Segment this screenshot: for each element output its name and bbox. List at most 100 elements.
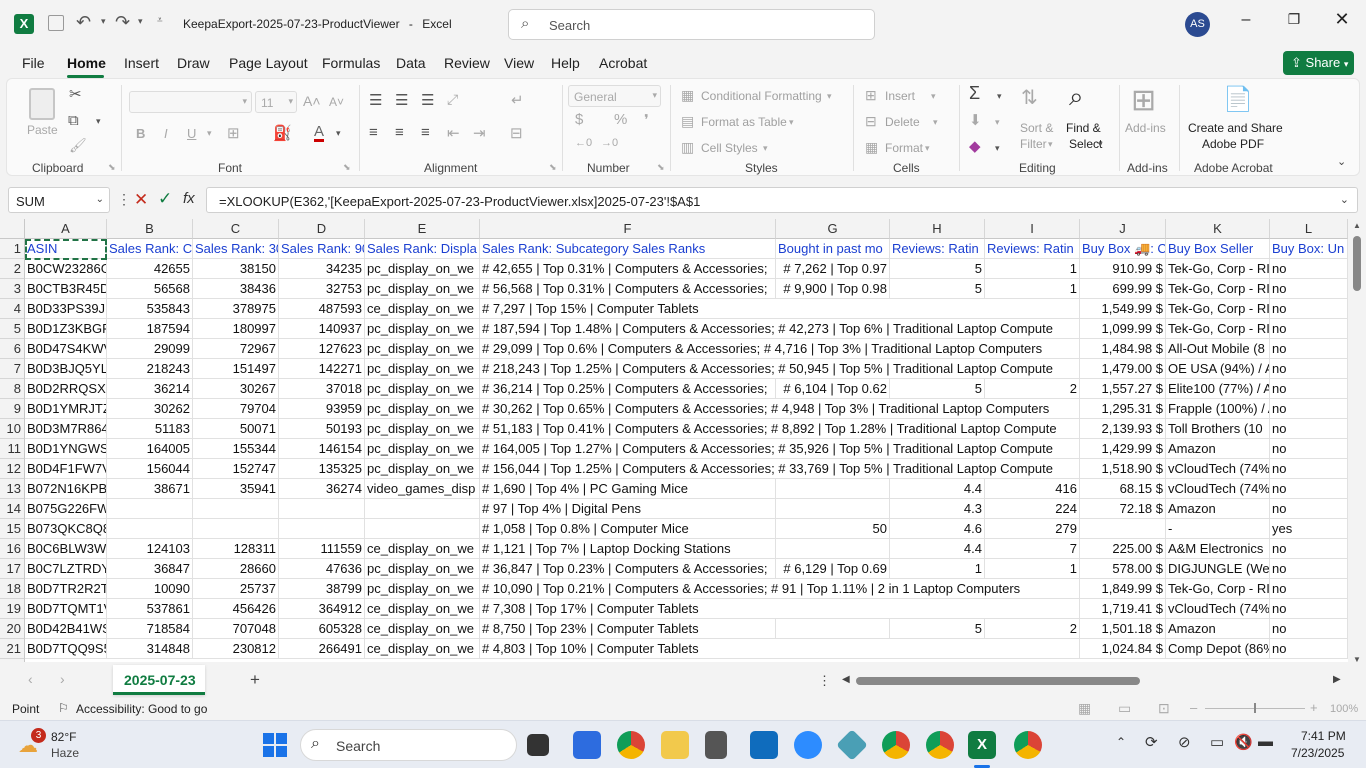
volume-icon[interactable]: 🔇 <box>1234 733 1253 751</box>
table-cell[interactable]: B0C6BLW3W <box>25 539 107 559</box>
table-cell[interactable]: 1 <box>985 279 1080 299</box>
row-header[interactable]: 3 <box>0 279 25 299</box>
row-header[interactable]: 7 <box>0 359 25 379</box>
orientation-icon[interactable]: ⤢ <box>447 91 458 108</box>
table-cell[interactable]: B075G226FW <box>25 499 107 519</box>
tab-file[interactable]: File <box>22 55 45 71</box>
wrap-text-icon[interactable]: ↵ <box>511 91 524 109</box>
table-cell[interactable]: 537861 <box>107 599 193 619</box>
create-share-pdf-label-2[interactable]: Adobe PDF <box>1202 137 1264 151</box>
table-cell[interactable]: 30262 <box>107 399 193 419</box>
row-header[interactable]: 13 <box>0 479 25 499</box>
table-cell[interactable]: pc_display_on_we <box>365 319 480 339</box>
table-cell[interactable]: 578.00 $ <box>1080 559 1166 579</box>
table-cell[interactable] <box>776 499 890 519</box>
table-cell[interactable]: 5 <box>890 619 985 639</box>
table-cell[interactable]: # 156,044 | Top 1.25% | Computers & Acce… <box>480 459 1080 479</box>
table-cell[interactable]: 156044 <box>107 459 193 479</box>
copy-dropdown-icon[interactable]: ▾ <box>96 116 101 127</box>
row-header[interactable]: 6 <box>0 339 25 359</box>
table-cell[interactable]: B072N16KPB <box>25 479 107 499</box>
table-cell[interactable]: # 30,262 | Top 0.65% | Computers & Acces… <box>480 399 1080 419</box>
font-size-box[interactable]: 11 ▾ <box>255 91 297 113</box>
bold-icon[interactable]: B <box>136 126 145 141</box>
clear-icon[interactable]: ◆ <box>969 137 981 155</box>
table-cell[interactable]: B0D42B41WS <box>25 619 107 639</box>
table-cell[interactable]: no <box>1270 419 1348 439</box>
table-cell[interactable]: 180997 <box>193 319 279 339</box>
table-cell[interactable]: 279 <box>985 519 1080 539</box>
show-hidden-icons[interactable]: ⌃ <box>1116 735 1126 749</box>
column-header-i[interactable]: I <box>985 219 1080 239</box>
paste-button[interactable]: Paste <box>27 123 58 137</box>
decrease-font-icon[interactable]: A˅ <box>329 95 344 109</box>
table-cell[interactable]: Amazon <box>1166 619 1270 639</box>
normal-view-icon[interactable]: ▦ <box>1078 700 1091 717</box>
table-cell[interactable]: no <box>1270 499 1348 519</box>
column-header-e[interactable]: E <box>365 219 480 239</box>
column-header-b[interactable]: B <box>107 219 193 239</box>
table-cell[interactable]: 605328 <box>279 619 365 639</box>
table-cell[interactable]: B0C7LZTRDY <box>25 559 107 579</box>
column-header-a[interactable]: A <box>25 219 107 239</box>
tab-acrobat[interactable]: Acrobat <box>599 55 647 71</box>
row-header[interactable]: 4 <box>0 299 25 319</box>
table-cell[interactable]: 4.4 <box>890 479 985 499</box>
column-header-f[interactable]: F <box>480 219 776 239</box>
collapse-ribbon-icon[interactable]: ⌄ <box>1337 155 1346 168</box>
table-cell[interactable]: 68.15 $ <box>1080 479 1166 499</box>
table-cell[interactable]: ce_display_on_we <box>365 619 480 639</box>
find-select-icon[interactable]: ⌕ <box>1069 81 1084 113</box>
table-cell[interactable]: no <box>1270 399 1348 419</box>
next-sheet-icon[interactable]: › <box>60 671 65 687</box>
table-cell[interactable]: 456426 <box>193 599 279 619</box>
table-cell[interactable]: no <box>1270 259 1348 279</box>
row-header[interactable]: 22 <box>0 659 25 662</box>
autosum-icon[interactable]: Σ <box>969 83 980 104</box>
zoom-app-icon[interactable] <box>794 731 822 759</box>
table-cell[interactable]: pc_display_on_we <box>365 419 480 439</box>
share-button[interactable]: ⇪ Share ▾ <box>1283 51 1354 75</box>
table-cell[interactable]: 111559 <box>279 539 365 559</box>
row-header[interactable]: 16 <box>0 539 25 559</box>
table-cell[interactable]: 50 <box>776 519 890 539</box>
chrome-profile-icon[interactable] <box>1014 731 1042 759</box>
table-cell[interactable] <box>365 519 480 539</box>
row-header[interactable]: 21 <box>0 639 25 659</box>
table-cell[interactable] <box>193 519 279 539</box>
column-header-g[interactable]: G <box>776 219 890 239</box>
table-cell[interactable]: 5 <box>890 279 985 299</box>
format-as-table-icon[interactable]: ▤ <box>681 113 694 130</box>
header-cell[interactable]: Sales Rank: 90 <box>279 239 365 259</box>
table-cell[interactable] <box>1080 519 1166 539</box>
sort-filter-label-1[interactable]: Sort & <box>1020 121 1053 135</box>
table-cell[interactable]: 487593 <box>279 299 365 319</box>
horizontal-scrollbar[interactable] <box>856 677 1326 685</box>
table-cell[interactable]: # 4,803 | Top 10% | Computer Tablets <box>480 639 1080 659</box>
font-launcher-icon[interactable]: ⬊ <box>343 162 351 173</box>
table-cell[interactable]: 718584 <box>107 619 193 639</box>
cancel-icon[interactable]: ✕ <box>134 190 148 210</box>
header-cell[interactable]: Sales Rank: Subcategory Sales Ranks <box>480 239 776 259</box>
table-cell[interactable]: 38436 <box>193 279 279 299</box>
table-cell[interactable]: 35941 <box>193 479 279 499</box>
table-cell[interactable]: 72967 <box>193 339 279 359</box>
font-name-box[interactable]: ▾ <box>129 91 252 113</box>
table-cell[interactable]: # 7,262 | Top 0.97 <box>776 259 890 279</box>
table-cell[interactable]: 38671 <box>107 479 193 499</box>
table-cell[interactable]: # 9,900 | Top 0.98 <box>776 279 890 299</box>
find-select-label-1[interactable]: Find & <box>1066 121 1101 135</box>
table-cell[interactable]: 1,849.99 $ <box>1080 579 1166 599</box>
row-header[interactable]: 17 <box>0 559 25 579</box>
calculator-icon[interactable] <box>705 731 727 759</box>
table-cell[interactable]: 51183 <box>107 419 193 439</box>
paste-icon[interactable] <box>29 88 55 120</box>
table-cell[interactable]: 4.6 <box>890 519 985 539</box>
tab-review[interactable]: Review <box>444 55 490 71</box>
table-cell[interactable]: 2 <box>985 379 1080 399</box>
row-header[interactable]: 11 <box>0 439 25 459</box>
avatar[interactable]: AS <box>1185 12 1210 37</box>
table-cell[interactable]: no <box>1270 339 1348 359</box>
table-cell[interactable]: Tek-Go, Corp - RI <box>1166 579 1270 599</box>
row-header[interactable]: 1 <box>0 239 25 259</box>
